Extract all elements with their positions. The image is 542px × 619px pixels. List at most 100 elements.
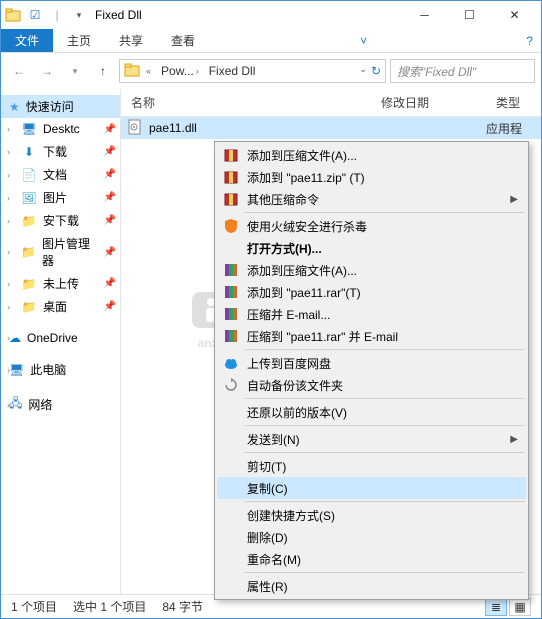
view-icons-button[interactable]: ▦	[509, 598, 531, 616]
folder-icon	[124, 62, 140, 81]
address-bar[interactable]: « Pow...› Fixed Dll ⌄ ↻	[119, 59, 386, 83]
tree-item[interactable]: ›📁安下载📌	[1, 209, 120, 232]
context-menu-item[interactable]: 使用火绒安全进行杀毒	[217, 215, 526, 237]
submenu-arrow-icon: ▶	[510, 434, 518, 445]
tree-this-pc[interactable]: ›🖥此电脑	[1, 358, 120, 381]
breadcrumb-root[interactable]: «	[142, 66, 155, 76]
context-menu-item[interactable]: 复制(C)	[217, 477, 526, 499]
archive-books-icon	[221, 260, 241, 280]
titlebar: ☑ | ▾ Fixed Dll ─ ☐ ✕	[1, 1, 541, 29]
col-type[interactable]: 类型	[486, 94, 530, 111]
tree-item[interactable]: ›📄文档📌	[1, 163, 120, 186]
recent-dropdown[interactable]: ▾	[63, 59, 87, 83]
breadcrumb-item[interactable]: Pow...›	[157, 64, 203, 78]
ribbon-tab-file[interactable]: 文件	[1, 29, 53, 52]
tree-item[interactable]: ›🖥Desktc📌	[1, 118, 120, 140]
archive-books-icon	[221, 304, 241, 324]
pc-icon: 🖥	[9, 363, 24, 377]
ribbon-tabs: 文件 主页 共享 查看 ˅ ?	[1, 29, 541, 53]
properties-icon[interactable]: ☑	[27, 7, 43, 23]
tree-item[interactable]: ›🖼图片📌	[1, 186, 120, 209]
context-menu-item[interactable]: 剪切(T)	[217, 455, 526, 477]
window-title: Fixed Dll	[95, 8, 142, 22]
view-details-button[interactable]: ≣	[485, 598, 507, 616]
status-size: 84 字节	[162, 598, 203, 615]
cloud-icon: ☁	[9, 331, 21, 345]
cloud-blue-icon	[221, 353, 241, 373]
search-input[interactable]: 搜索"Fixed Dll"	[390, 59, 535, 83]
folder-icon: 📄	[21, 167, 37, 183]
tree-item[interactable]: ›⬇下载📌	[1, 140, 120, 163]
submenu-arrow-icon: ▶	[510, 194, 518, 205]
quick-access-toolbar: ☑ | ▾	[5, 7, 87, 23]
pin-icon: 📌	[104, 247, 116, 258]
pin-icon: 📌	[104, 301, 116, 312]
file-type: 应用程	[486, 120, 522, 137]
tree-network[interactable]: ›🖧网络	[1, 391, 120, 418]
context-menu-item[interactable]: 添加到 "pae11.zip" (T)	[217, 166, 526, 188]
context-menu-item[interactable]: 创建快捷方式(S)	[217, 504, 526, 526]
file-name: pae11.dll	[149, 121, 197, 135]
address-dropdown-icon[interactable]: ⌄	[359, 64, 367, 78]
archive-red-icon	[221, 145, 241, 165]
context-menu-item[interactable]: 压缩到 "pae11.rar" 并 E-mail	[217, 325, 526, 347]
ribbon-help-icon[interactable]: ?	[518, 29, 541, 52]
tree-item[interactable]: ›📁桌面📌	[1, 295, 120, 318]
context-menu-item[interactable]: 重命名(M)	[217, 548, 526, 570]
folder-icon: 📁	[21, 299, 37, 315]
context-menu-item[interactable]: 还原以前的版本(V)	[217, 401, 526, 423]
pin-icon: 📌	[104, 215, 116, 226]
context-menu-item[interactable]: 其他压缩命令▶	[217, 188, 526, 210]
folder-icon: 📁	[21, 244, 36, 260]
context-menu-item[interactable]: 打开方式(H)...	[217, 237, 526, 259]
navbar: ← → ▾ ↑ « Pow...› Fixed Dll ⌄ ↻ 搜索"Fixed…	[1, 53, 541, 89]
minimize-button[interactable]: ─	[402, 1, 447, 29]
pin-icon: 📌	[104, 192, 116, 203]
up-button[interactable]: ↑	[91, 59, 115, 83]
context-menu-item[interactable]: 删除(D)	[217, 526, 526, 548]
tree-quick-access[interactable]: ★ 快速访问	[1, 95, 120, 118]
dll-icon	[127, 119, 143, 138]
qat-divider: |	[49, 7, 65, 23]
context-menu-item[interactable]: 添加到 "pae11.rar"(T)	[217, 281, 526, 303]
breadcrumb-item[interactable]: Fixed Dll	[205, 64, 260, 78]
col-name[interactable]: 名称	[121, 94, 371, 111]
pin-icon: 📌	[104, 146, 116, 157]
context-menu-item[interactable]: 发送到(N)▶	[217, 428, 526, 450]
ribbon-tab-view[interactable]: 查看	[157, 29, 209, 52]
star-icon: ★	[9, 100, 20, 114]
ribbon-tab-home[interactable]: 主页	[53, 29, 105, 52]
archive-red-icon	[221, 189, 241, 209]
back-button[interactable]: ←	[7, 59, 31, 83]
tree-item[interactable]: ›📁未上传📌	[1, 272, 120, 295]
col-date[interactable]: 修改日期	[371, 94, 486, 111]
column-headers: 名称 修改日期 类型	[121, 89, 541, 117]
qat-dropdown-icon[interactable]: ▾	[71, 7, 87, 23]
context-menu-item[interactable]: 自动备份该文件夹	[217, 374, 526, 396]
ribbon-expand-icon[interactable]: ˅	[352, 29, 375, 52]
context-menu-item[interactable]: 上传到百度网盘	[217, 352, 526, 374]
archive-books-icon	[221, 326, 241, 346]
tree-onedrive[interactable]: ›☁OneDrive	[1, 328, 120, 348]
close-button[interactable]: ✕	[492, 1, 537, 29]
folder-icon: ⬇	[21, 144, 37, 160]
shield-orange-icon	[221, 216, 241, 236]
sync-grey-icon	[221, 375, 241, 395]
file-row[interactable]: pae11.dll 应用程	[121, 117, 541, 139]
ribbon-tab-share[interactable]: 共享	[105, 29, 157, 52]
context-menu-item[interactable]: 属性(R)	[217, 575, 526, 597]
folder-icon: 🖥	[21, 121, 37, 137]
folder-icon: 📁	[21, 213, 37, 229]
context-menu-item[interactable]: 添加到压缩文件(A)...	[217, 259, 526, 281]
maximize-button[interactable]: ☐	[447, 1, 492, 29]
pin-icon: 📌	[104, 278, 116, 289]
pin-icon: 📌	[104, 169, 116, 180]
pin-icon: 📌	[104, 124, 116, 135]
context-menu-item[interactable]: 压缩并 E-mail...	[217, 303, 526, 325]
folder-icon	[5, 7, 21, 23]
folder-icon: 📁	[21, 276, 37, 292]
refresh-icon[interactable]: ↻	[371, 64, 381, 78]
forward-button[interactable]: →	[35, 59, 59, 83]
tree-item[interactable]: ›📁图片管理器📌	[1, 232, 120, 272]
context-menu-item[interactable]: 添加到压缩文件(A)...	[217, 144, 526, 166]
